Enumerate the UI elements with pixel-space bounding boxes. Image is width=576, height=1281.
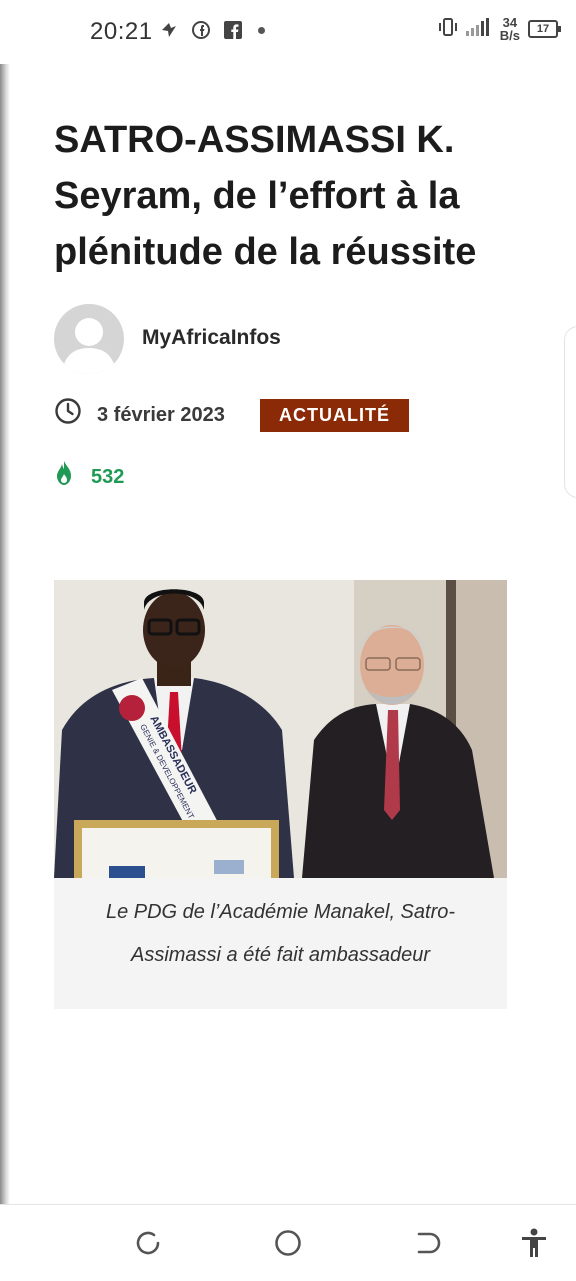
back-icon[interactable]: [412, 1227, 444, 1259]
system-navigation-bar: [0, 1204, 576, 1281]
vibrate-icon: [438, 17, 458, 41]
drawer-edge-shadow: [0, 64, 10, 1204]
network-speed: 34 B/s: [500, 16, 520, 42]
facebook-icon: [222, 19, 244, 41]
caption-line: Le PDG de l’Académie Manakel, Satro-: [105, 901, 456, 923]
author-name[interactable]: MyAfricaInfos: [142, 326, 281, 350]
caption-line: Assimassi a été fait ambassadeur: [130, 944, 431, 966]
status-notification-icons: [158, 19, 265, 41]
recent-apps-icon[interactable]: [132, 1227, 164, 1259]
accessibility-icon[interactable]: [518, 1227, 550, 1259]
clock-icon: [55, 398, 81, 424]
network-speed-unit: B/s: [499, 28, 520, 43]
article-title: SATRO-ASSIMASSI K. Seyram, de l’effort à…: [54, 119, 477, 273]
app-notification-icon: [158, 19, 180, 41]
category-badge[interactable]: ACTUALITÉ: [260, 399, 409, 432]
photo-caption-box: Le PDG de l’Académie Manakel, Satro- Ass…: [54, 878, 507, 1009]
facebook-messenger-icon: [190, 19, 212, 41]
article-date: 3 février 2023: [97, 404, 225, 426]
author-avatar[interactable]: [54, 304, 124, 374]
signal-icon: [465, 17, 492, 41]
flame-icon: [57, 461, 71, 485]
view-count: 532: [91, 466, 125, 488]
battery-indicator: 17: [528, 20, 561, 38]
side-panel-handle[interactable]: [564, 326, 576, 498]
status-system-icons: 34 B/s 17: [438, 16, 561, 42]
status-time: 20:21: [90, 18, 153, 45]
photo-caption: Le PDG de l’Académie Manakel, Satro- Ass…: [54, 878, 507, 970]
more-notifications-dot: [258, 26, 265, 34]
article-photo[interactable]: AMBASSADEUR GENIE & DEVELOPPEMENT: [54, 580, 507, 878]
default-avatar-icon: [62, 318, 116, 374]
status-bar: 20:21 34 B/s 17: [0, 0, 576, 64]
home-icon[interactable]: [272, 1227, 304, 1259]
